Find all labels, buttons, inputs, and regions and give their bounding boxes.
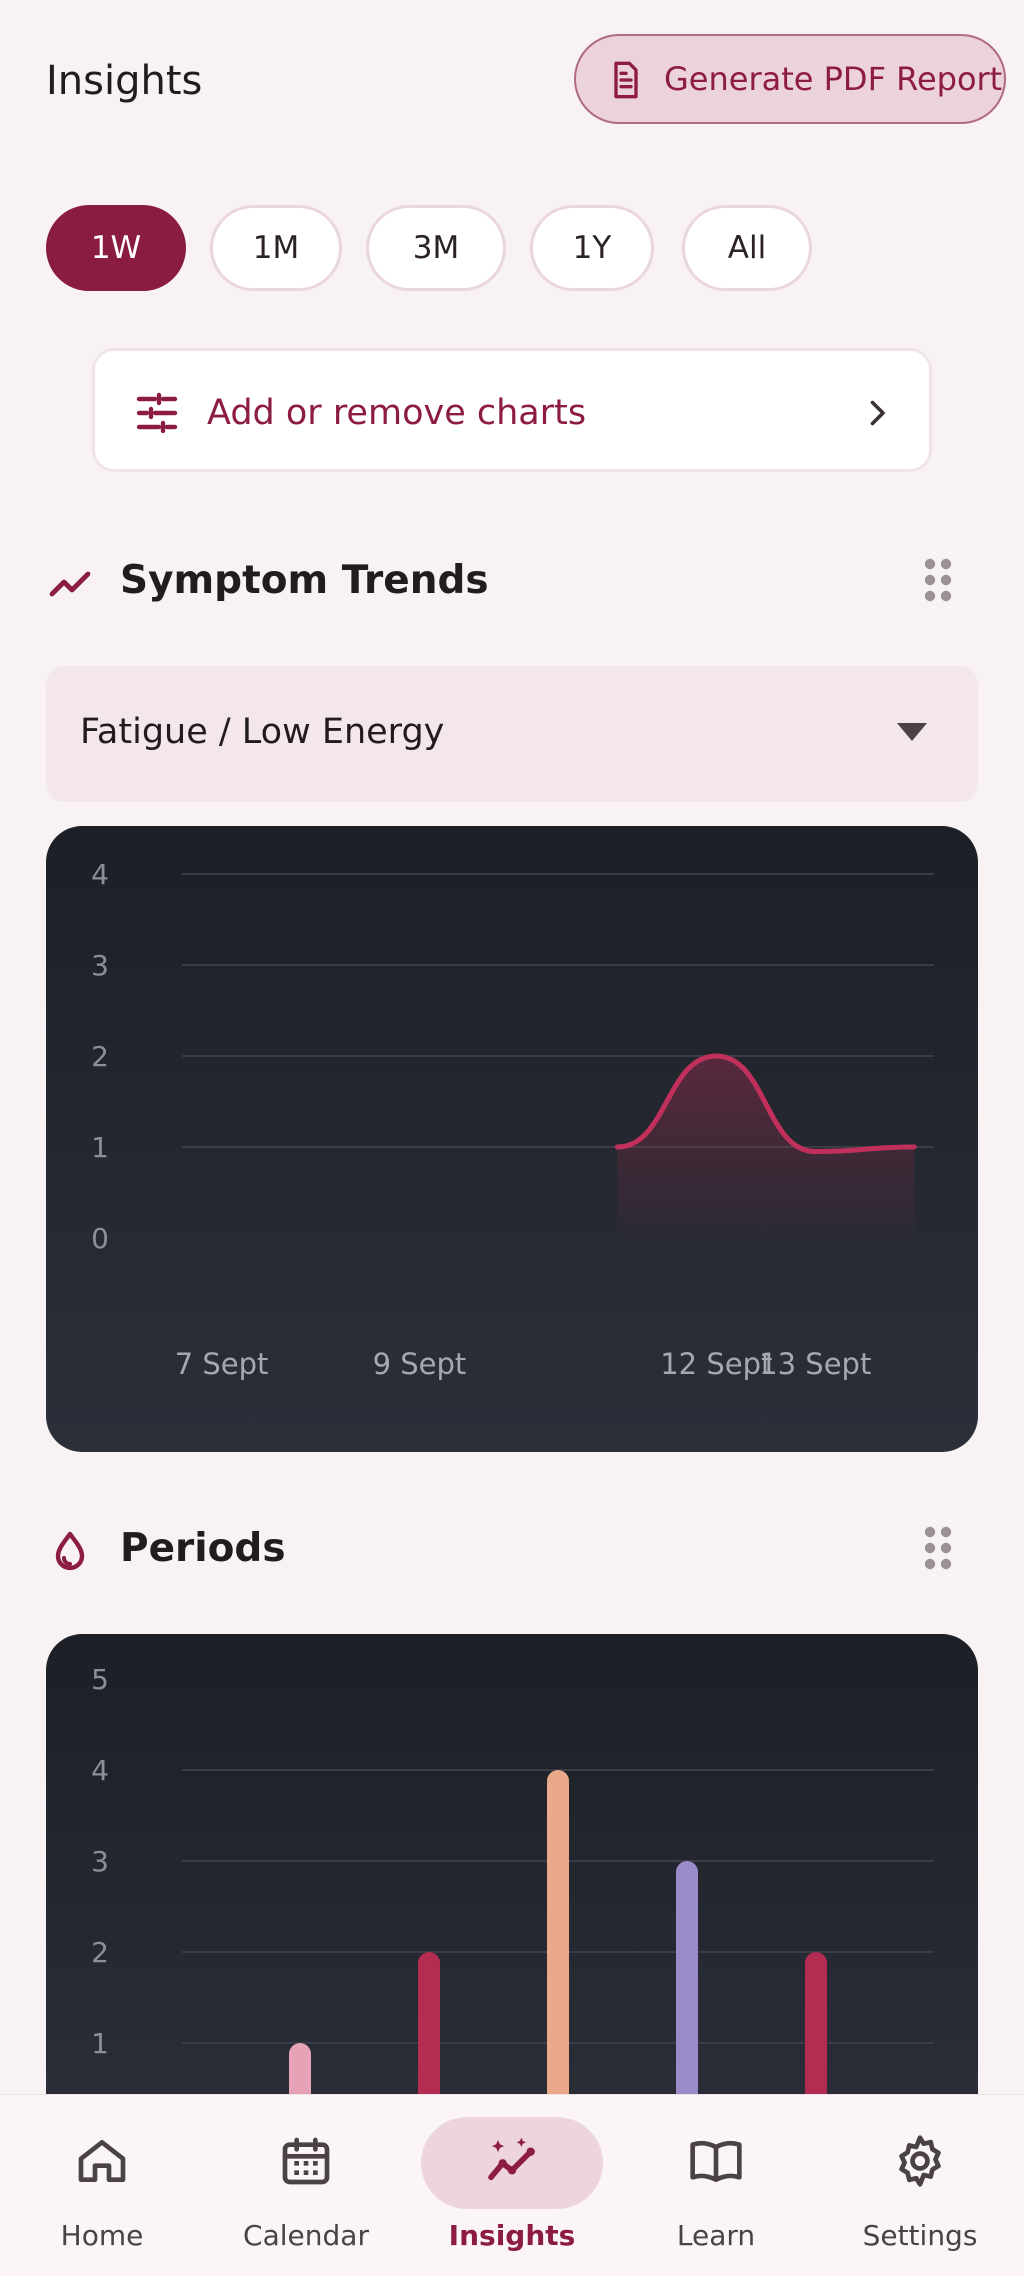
nav-label: Calendar [243, 2219, 369, 2252]
line-chart-svg: 0123457 Sept9 Sept12 Sept13 Sept [91, 858, 934, 1381]
chevron-down-icon [897, 723, 927, 741]
drop-icon [55, 1531, 85, 1571]
nav-label: Settings [862, 2219, 978, 2252]
drag-handle-icon[interactable] [922, 558, 954, 602]
page-title: Insights [46, 58, 203, 104]
nav-calendar[interactable]: Calendar [204, 2095, 408, 2276]
symptom-select[interactable]: Fatigue / Low Energy [46, 666, 978, 802]
range-3m[interactable]: 3M [366, 205, 506, 291]
range-1w[interactable]: 1W [46, 205, 186, 291]
add-remove-charts-button[interactable]: Add or remove charts [92, 348, 932, 472]
chevron-right-icon [870, 400, 885, 426]
bottom-nav: Home Calendar Insights Learn Settings [0, 2094, 1024, 2276]
trending-up-icon [49, 571, 91, 597]
periods-header: Periods [46, 1514, 986, 1584]
section-title: Symptom Trends [120, 558, 489, 603]
nav-label: Insights [448, 2219, 576, 2252]
y-tick-label: 4 [91, 858, 109, 891]
y-tick-label: 3 [91, 1845, 109, 1878]
bar-chart-svg: 1 2 3 4 5 [91, 1663, 934, 2154]
symptom-trends-header: Symptom Trends [46, 546, 986, 616]
add-remove-charts-label: Add or remove charts [207, 393, 587, 433]
y-tick-label: 2 [91, 1040, 109, 1073]
nav-insights[interactable]: Insights [410, 2095, 614, 2276]
y-tick-label: 3 [91, 949, 109, 982]
nav-label: Home [60, 2219, 144, 2252]
y-tick-label: 5 [91, 1663, 109, 1696]
section-title: Periods [120, 1526, 286, 1571]
y-tick-label: 2 [91, 1936, 109, 1969]
x-tick-label: 12 Sept [660, 1347, 772, 1381]
header: Insights Generate PDF Report [0, 0, 1024, 170]
y-tick-label: 4 [91, 1754, 109, 1787]
periods-chart: 1 2 3 4 5 [46, 1634, 978, 2154]
range-1y[interactable]: 1Y [530, 205, 654, 291]
range-all[interactable]: All [682, 205, 812, 291]
y-tick-label: 0 [91, 1222, 109, 1255]
insights-icon [488, 2137, 535, 2181]
generate-pdf-report-label: Generate PDF Report [664, 60, 1003, 98]
drag-handle-icon[interactable] [922, 1526, 954, 1570]
x-tick-label: 13 Sept [759, 1347, 871, 1381]
x-tick-label: 7 Sept [175, 1347, 269, 1381]
generate-pdf-report-button[interactable]: Generate PDF Report [574, 34, 1006, 124]
tune-icon [136, 392, 178, 434]
range-1m[interactable]: 1M [210, 205, 342, 291]
calendar-icon [282, 2137, 330, 2185]
book-icon [690, 2140, 742, 2182]
nav-settings[interactable]: Settings [818, 2095, 1022, 2276]
document-icon [614, 61, 638, 99]
symptom-select-value: Fatigue / Low Energy [80, 712, 445, 752]
x-tick-label: 9 Sept [373, 1347, 467, 1381]
symptom-trend-chart: 0123457 Sept9 Sept12 Sept13 Sept [46, 826, 978, 1452]
gear-icon [899, 2135, 941, 2187]
nav-home[interactable]: Home [0, 2095, 204, 2276]
home-icon [78, 2140, 126, 2182]
nav-label: Learn [676, 2219, 756, 2252]
y-tick-label: 1 [91, 2027, 109, 2060]
y-tick-label: 1 [91, 1131, 109, 1164]
nav-learn[interactable]: Learn [614, 2095, 818, 2276]
